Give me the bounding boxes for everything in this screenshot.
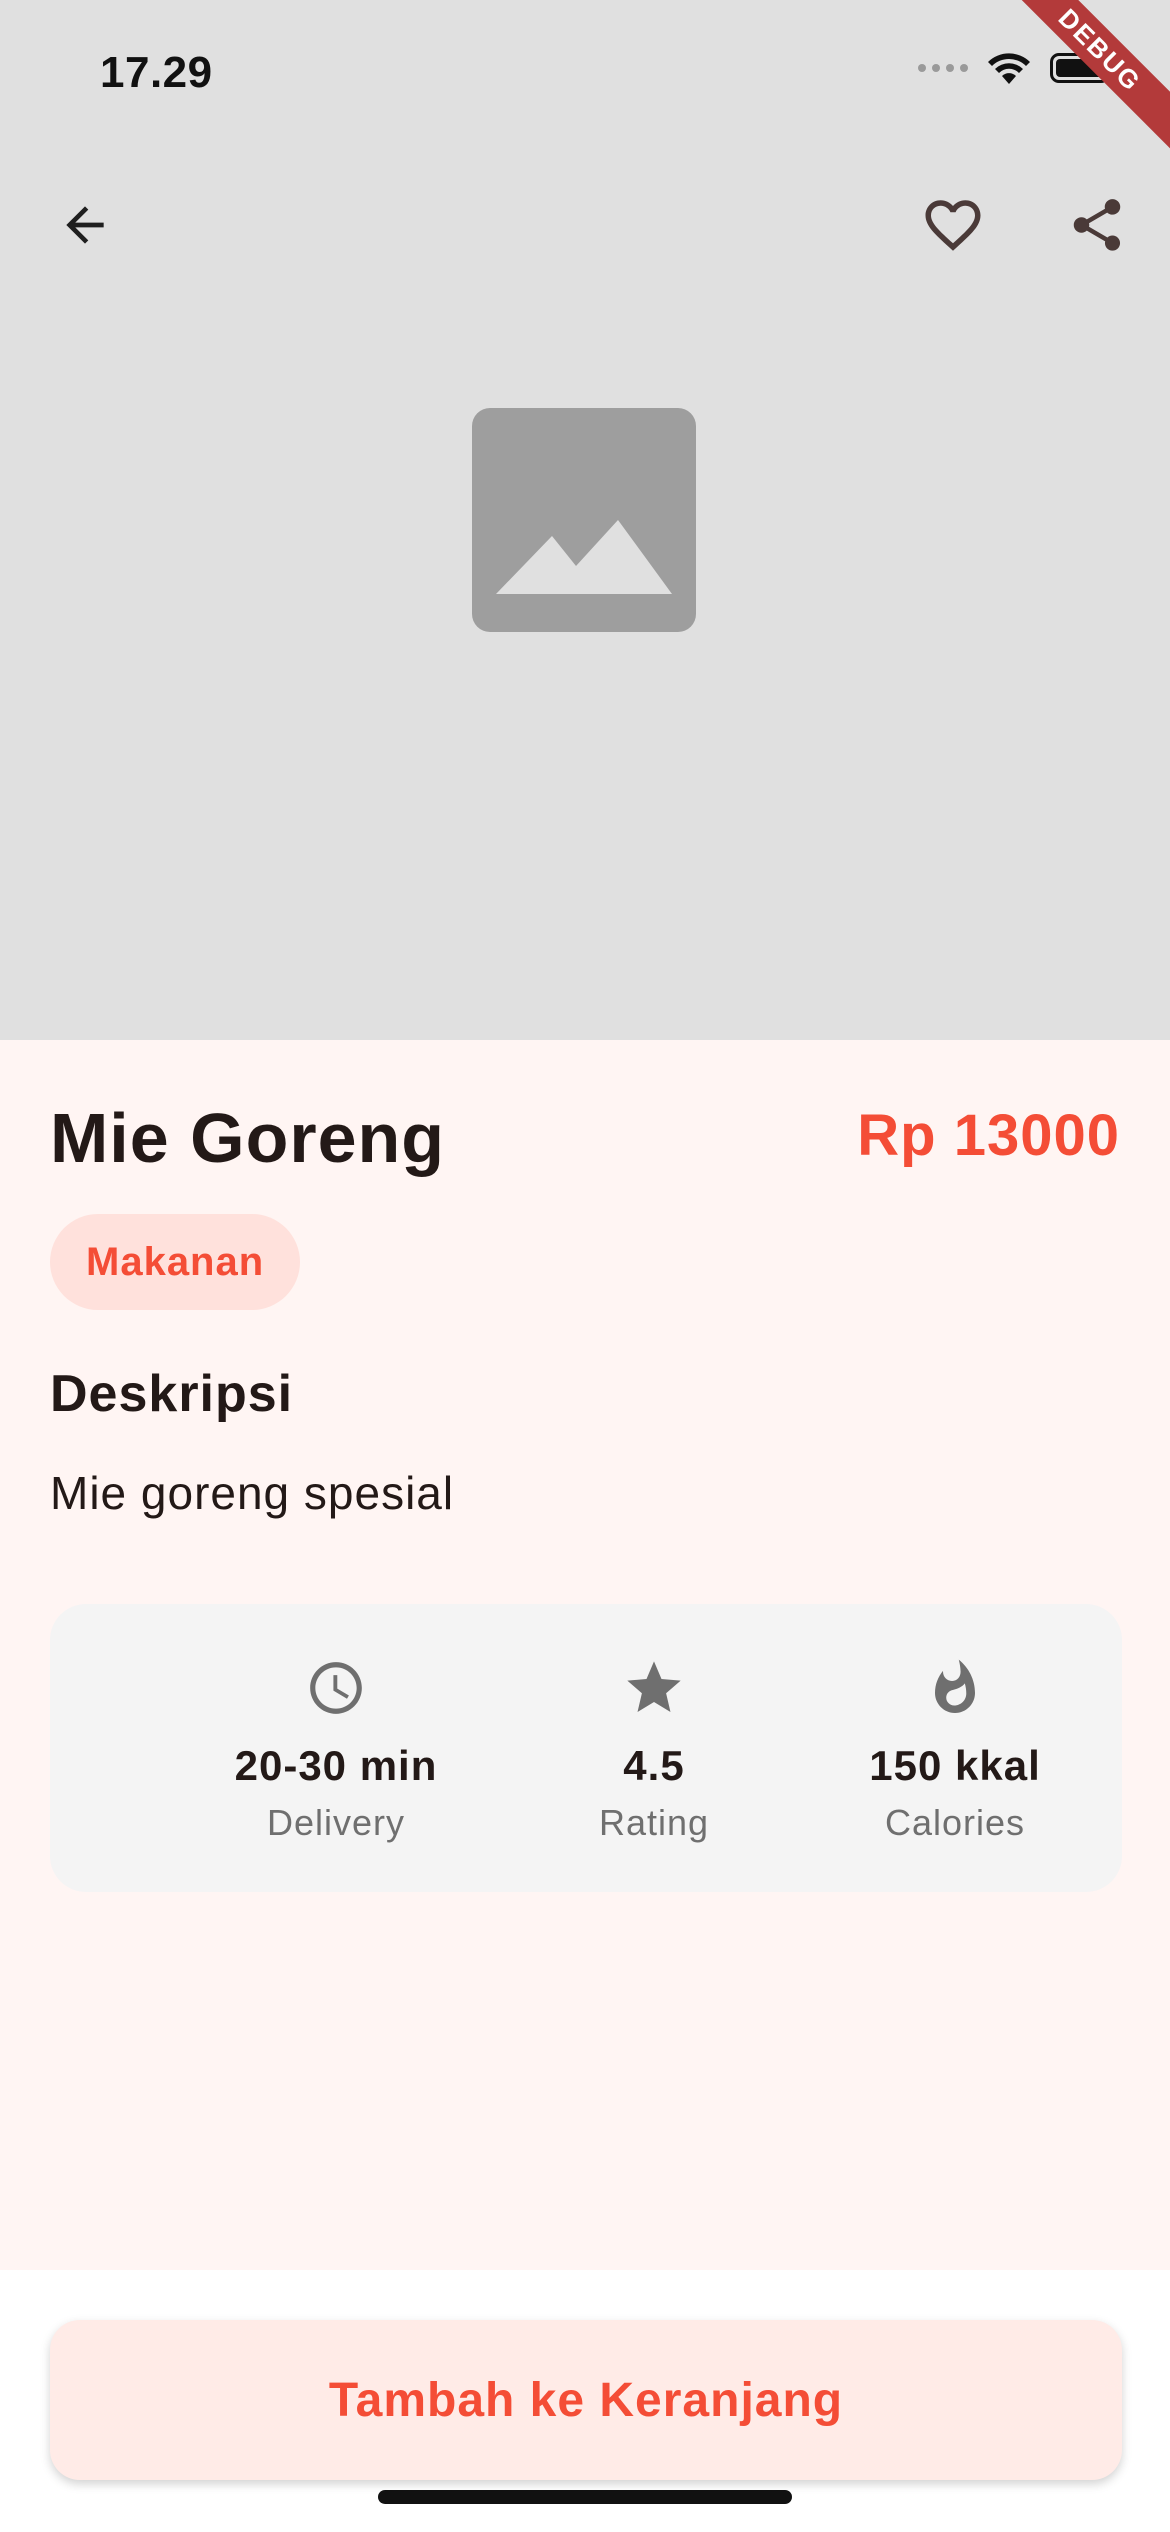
description-title: Deskripsi — [50, 1365, 294, 1423]
heart-outline-icon — [925, 200, 981, 251]
rating-label: Rating — [598, 1802, 710, 1843]
delivery-value: 20-30 min — [234, 1742, 438, 1789]
star-icon — [627, 1661, 681, 1712]
share-button[interactable] — [1052, 180, 1142, 270]
rating-value: 4.5 — [623, 1742, 685, 1789]
share-icon — [1073, 199, 1121, 251]
info-card: 20-30 min Delivery 4.5 Rating 150 kkal C… — [50, 1604, 1122, 1892]
home-indicator — [378, 2490, 792, 2504]
flame-icon — [935, 1659, 975, 1713]
product-description: Mie goreng spesial — [50, 1467, 455, 1519]
cellular-signal-icon — [918, 64, 968, 72]
info-calories: 150 kkal Calories — [755, 1604, 1155, 1892]
image-placeholder-icon — [472, 408, 696, 632]
category-chip: Makanan — [50, 1214, 301, 1310]
wifi-icon — [988, 53, 1030, 84]
back-arrow-icon — [66, 206, 104, 244]
favorite-button[interactable] — [908, 180, 998, 270]
calories-value: 150 kkal — [869, 1742, 1041, 1789]
clock-icon — [310, 1662, 362, 1714]
back-button[interactable] — [40, 180, 130, 270]
delivery-label: Delivery — [266, 1802, 406, 1843]
product-price: Rp 13000 — [857, 1103, 1120, 1168]
calories-label: Calories — [884, 1802, 1026, 1843]
add-to-cart-button[interactable]: Tambah ke Keranjang — [50, 2320, 1122, 2480]
product-name: Mie Goreng — [50, 1099, 446, 1177]
status-time: 17.29 — [100, 48, 213, 97]
